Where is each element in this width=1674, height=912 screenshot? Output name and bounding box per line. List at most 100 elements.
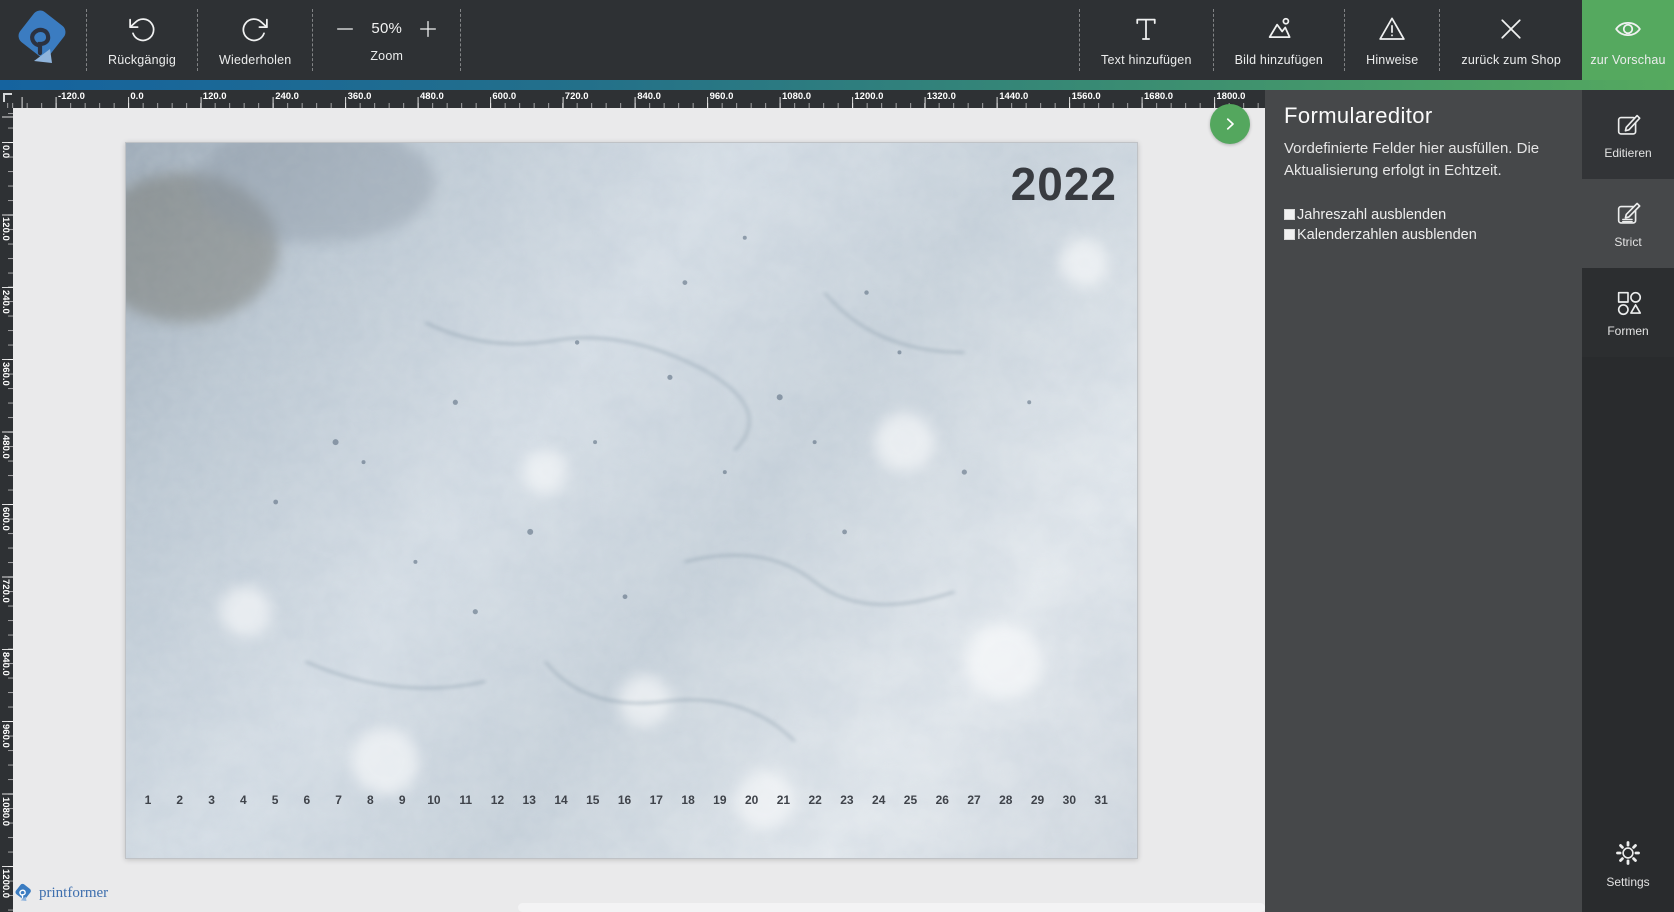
ruler-tick-label: 720.0 [0,579,11,603]
ruler-tick-label: 720.0 [565,91,589,102]
horizontal-ruler: -120.00.0120.0240.0360.0480.0600.0720.08… [0,90,1265,108]
zoom-in-icon[interactable] [417,18,439,40]
calendar-day-number: 3 [208,793,215,807]
calendar-day-number: 17 [650,793,663,807]
calendar-day-number: 27 [967,793,980,807]
sidebar-item-label: Settings [1606,875,1649,889]
calendar-day-number: 29 [1031,793,1044,807]
collapse-panel-button[interactable] [1210,104,1250,144]
calendar-day-number: 30 [1063,793,1076,807]
sidebar-item-settings[interactable]: Settings [1582,816,1674,912]
calendar-day-number: 11 [459,793,472,807]
ruler-tick-label: 1200.0 [854,91,883,102]
close-icon [1496,14,1526,44]
hints-button[interactable]: Hinweise [1345,0,1439,80]
calendar-day-number: 2 [176,793,183,807]
calendar-day-number: 15 [586,793,599,807]
undo-button[interactable]: Rückgängig [87,0,197,80]
sidebar-item-label: Formen [1607,324,1648,338]
preview-label: zur Vorschau [1590,53,1665,67]
calendar-day-number: 13 [523,793,536,807]
image-icon [1264,14,1294,44]
hints-label: Hinweise [1366,53,1418,67]
ruler-tick-label: 0.0 [0,145,11,158]
zoom-value: 50% [371,20,402,37]
ruler-tick-label: 240.0 [0,290,11,314]
sidebar-item-strict[interactable]: Strict [1582,179,1674,268]
ruler-tick-label: 1440.0 [999,91,1028,102]
calendar-day-number: 14 [554,793,567,807]
gear-icon [1614,839,1642,867]
calendar-day-number: 1 [145,793,152,807]
checkbox-hide-calendar-numbers[interactable]: Kalenderzahlen ausblenden [1284,225,1562,245]
vertical-ruler: 0.0120.0240.0360.0480.0600.0720.0840.096… [0,90,13,912]
add-text-button[interactable]: Text hinzufügen [1080,0,1213,80]
calendar-day-number: 4 [240,793,247,807]
ruler-tick-label: 840.0 [637,91,661,102]
ruler-major-ticks [2,90,13,912]
year-text[interactable]: 2022 [1011,161,1117,207]
checkbox[interactable] [1284,209,1295,220]
sidebar-spacer [1582,357,1674,816]
checkbox[interactable] [1284,229,1295,240]
ruler-tick-label: 120.0 [0,217,11,241]
calendar-artboard[interactable]: 2022 12345678910111213141516171819202122… [125,142,1138,859]
calendar-day-number: 22 [808,793,821,807]
calendar-day-number: 9 [399,793,406,807]
calendar-day-number: 16 [618,793,631,807]
calendar-day-number: 7 [335,793,342,807]
calendar-day-number: 18 [681,793,694,807]
ruler-tick-label: 960.0 [710,91,734,102]
form-editor-panel: Formulareditor Vordefinierte Felder hier… [1265,90,1582,912]
redo-icon [240,14,270,44]
calendar-day-number: 19 [713,793,726,807]
ruler-tick-label: 840.0 [0,652,11,676]
back-to-shop-button[interactable]: zurück zum Shop [1440,0,1582,80]
checkbox-hide-year[interactable]: Jahreszahl ausblenden [1284,205,1562,225]
calendar-day-number: 23 [840,793,853,807]
preview-button[interactable]: zur Vorschau [1582,0,1674,80]
ruler-tick-label: 1560.0 [1072,91,1101,102]
ruler-tick-label: -120.0 [58,91,85,102]
ruler-tick-label: 960.0 [0,724,11,748]
ruler-tick-label: 480.0 [420,91,444,102]
chevron-right-icon [1221,115,1239,133]
zoom-control: 50% Zoom [313,0,460,80]
toolbar-spacer [461,0,1079,80]
sidebar-item-editieren[interactable]: Editieren [1582,90,1674,179]
undo-label: Rückgängig [108,53,176,67]
add-image-label: Bild hinzufügen [1235,53,1323,67]
sidebar-item-label: Editieren [1604,146,1651,160]
checkbox-label: Jahreszahl ausblenden [1297,205,1446,225]
zoom-out-icon[interactable] [334,18,356,40]
app-logo[interactable] [0,0,86,80]
add-text-label: Text hinzufügen [1101,53,1192,67]
ruler-tick-label: 1320.0 [927,91,956,102]
panel-title: Formulareditor [1284,103,1562,129]
horizontal-scrollbar[interactable] [518,903,1265,912]
calendar-day-number: 25 [904,793,917,807]
printformer-brand-link[interactable]: printformer [14,883,108,904]
add-image-button[interactable]: Bild hinzufügen [1214,0,1344,80]
brand-label: printformer [39,885,108,902]
top-toolbar: Rückgängig Wiederholen 50% Zoom Text hin… [0,0,1674,80]
printformer-logo-icon [14,883,33,904]
calendar-day-number: 21 [777,793,790,807]
warning-icon [1377,14,1407,44]
zoom-label: Zoom [370,49,403,63]
undo-icon [127,14,157,44]
calendar-day-number: 8 [367,793,374,807]
ruler-tick-label: 0.0 [130,91,143,102]
ruler-tick-label: 480.0 [0,435,11,459]
text-icon [1131,14,1161,44]
panel-description: Vordefinierte Felder hier ausfüllen. Die… [1284,138,1562,182]
printformer-logo-icon [14,9,72,71]
accent-gradient-bar [0,80,1674,90]
ruler-corner-marker [3,93,12,102]
shapes-icon [1614,288,1642,316]
redo-button[interactable]: Wiederholen [198,0,312,80]
checkbox-label: Kalenderzahlen ausblenden [1297,225,1477,245]
sidebar-item-label: Strict [1614,235,1641,249]
calendar-day-number: 10 [427,793,440,807]
sidebar-item-formen[interactable]: Formen [1582,268,1674,357]
